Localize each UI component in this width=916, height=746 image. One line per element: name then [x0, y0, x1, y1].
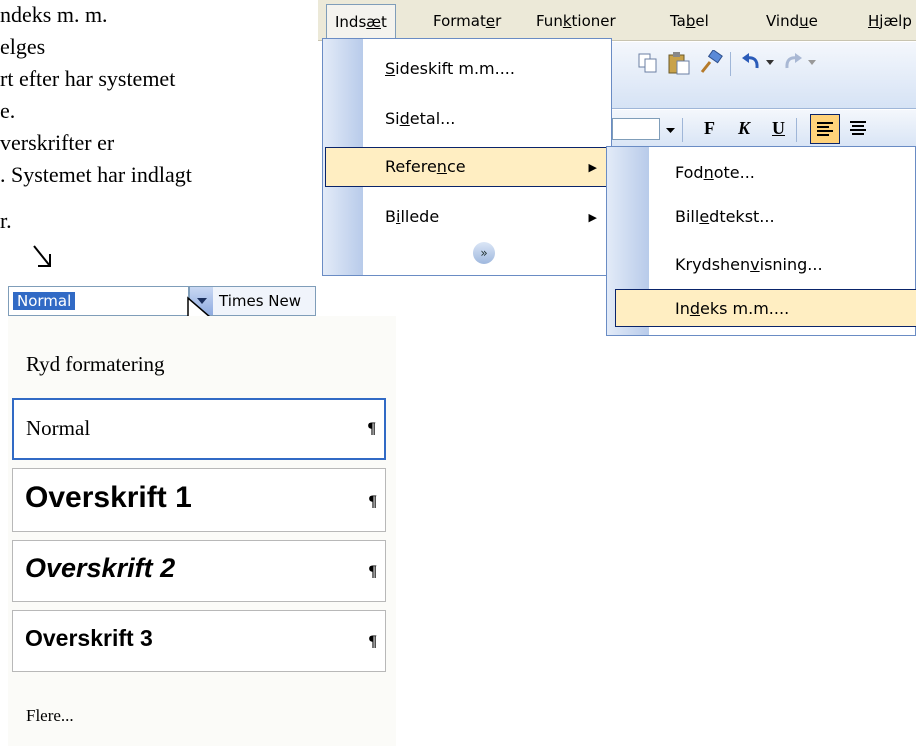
- style-input-value: Normal: [13, 292, 76, 310]
- dropdown-arrow-icon[interactable]: [666, 128, 675, 134]
- menu-item-billede[interactable]: Billede: [385, 207, 439, 226]
- menu-item-billedtekst[interactable]: Billedtekst...: [675, 207, 775, 226]
- menu-insaet[interactable]: Indsæt: [326, 4, 396, 38]
- style-item-label: Overskrift 1: [25, 481, 192, 514]
- down-arrow-icon: [33, 245, 51, 267]
- clear-formatting-item[interactable]: Ryd formatering: [26, 352, 165, 377]
- style-list: Ryd formatering Normal ¶ Overskrift 1 ¶ …: [8, 316, 396, 746]
- submenu-arrow-icon: ▶: [588, 161, 597, 174]
- undo-icon[interactable]: [740, 52, 764, 74]
- font-size-box[interactable]: [612, 118, 660, 140]
- insert-menu: Sideskift m.m.... Sidetal... Reference ▶…: [322, 38, 612, 276]
- font-name-field[interactable]: Times New: [219, 292, 301, 310]
- more-styles-item[interactable]: Flere...: [26, 706, 74, 726]
- style-item-overskrift-2[interactable]: Overskrift 2 ¶: [12, 540, 386, 602]
- document-line: verskrifter er: [0, 130, 115, 155]
- paste-icon[interactable]: [666, 50, 692, 76]
- dropdown-arrow-icon[interactable]: [766, 60, 774, 66]
- align-left-icon: [817, 122, 833, 136]
- style-item-label: Normal: [26, 416, 91, 440]
- style-item-overskrift-3[interactable]: Overskrift 3 ¶: [12, 610, 386, 672]
- dropdown-arrow-icon[interactable]: [808, 60, 816, 66]
- italic-button[interactable]: K: [738, 118, 750, 139]
- paragraph-mark-icon: ¶: [368, 563, 377, 580]
- menu-funktioner[interactable]: Funktioner: [536, 12, 616, 30]
- align-center-icon[interactable]: [844, 114, 872, 142]
- copy-icon[interactable]: [636, 52, 660, 74]
- reference-submenu: Fodnote... Billedtekst... Krydshenvisnin…: [606, 146, 916, 336]
- formatting-toolbar: F K U: [612, 110, 916, 151]
- format-painter-icon[interactable]: [698, 50, 724, 76]
- style-combo: Normal Times New: [8, 286, 316, 316]
- style-input[interactable]: Normal: [9, 287, 189, 315]
- document-line: elges: [0, 34, 46, 59]
- menu-item-fodnote[interactable]: Fodnote...: [675, 163, 755, 182]
- redo-icon[interactable]: [780, 52, 804, 74]
- align-left-button[interactable]: [810, 114, 840, 144]
- paragraph-mark-icon: ¶: [368, 633, 377, 650]
- toolbar-separator: [682, 118, 683, 142]
- menu-item-sidetal[interactable]: Sidetal...: [385, 109, 455, 128]
- menu-bar: Indsæt Formater Funktioner Tabel Vindue …: [318, 0, 916, 41]
- style-item-overskrift-1[interactable]: Overskrift 1 ¶: [12, 468, 386, 532]
- expand-chevrons-icon[interactable]: »: [473, 242, 495, 264]
- style-item-label: Overskrift 3: [25, 625, 153, 651]
- paragraph-mark-icon: ¶: [368, 493, 377, 510]
- document-line: . Systemet har indlagt: [0, 162, 192, 187]
- menu-item-reference[interactable]: Reference: [385, 157, 466, 176]
- toolbar-separator: [796, 118, 797, 142]
- paragraph-mark-icon: ¶: [367, 420, 376, 437]
- style-item-normal[interactable]: Normal ¶: [12, 398, 386, 460]
- menu-tabel[interactable]: Tabel: [670, 12, 709, 30]
- document-line: rt efter har systemet: [0, 66, 176, 91]
- document-line: e.: [0, 98, 16, 123]
- menu-vindue[interactable]: Vindue: [766, 12, 818, 30]
- document-heading: ndeks m. m.: [0, 2, 108, 27]
- standard-toolbar: [612, 42, 916, 109]
- bold-button[interactable]: F: [704, 118, 715, 139]
- menu-highlight: [325, 147, 609, 187]
- underline-button[interactable]: U: [772, 118, 785, 139]
- menu-hjaelp[interactable]: Hjælp: [868, 12, 912, 30]
- submenu-arrow-icon: ▶: [588, 211, 597, 224]
- toolbar-separator: [730, 52, 731, 76]
- menu-item-indeks[interactable]: Indeks m.m....: [675, 299, 789, 318]
- menu-item-sideskift[interactable]: Sideskift m.m....: [385, 59, 515, 78]
- menu-item-krydshenvisning[interactable]: Krydshenvisning...: [675, 255, 823, 274]
- menu-formater[interactable]: Formater: [433, 12, 501, 30]
- style-item-label: Overskrift 2: [25, 553, 176, 583]
- document-line: r.: [0, 208, 12, 233]
